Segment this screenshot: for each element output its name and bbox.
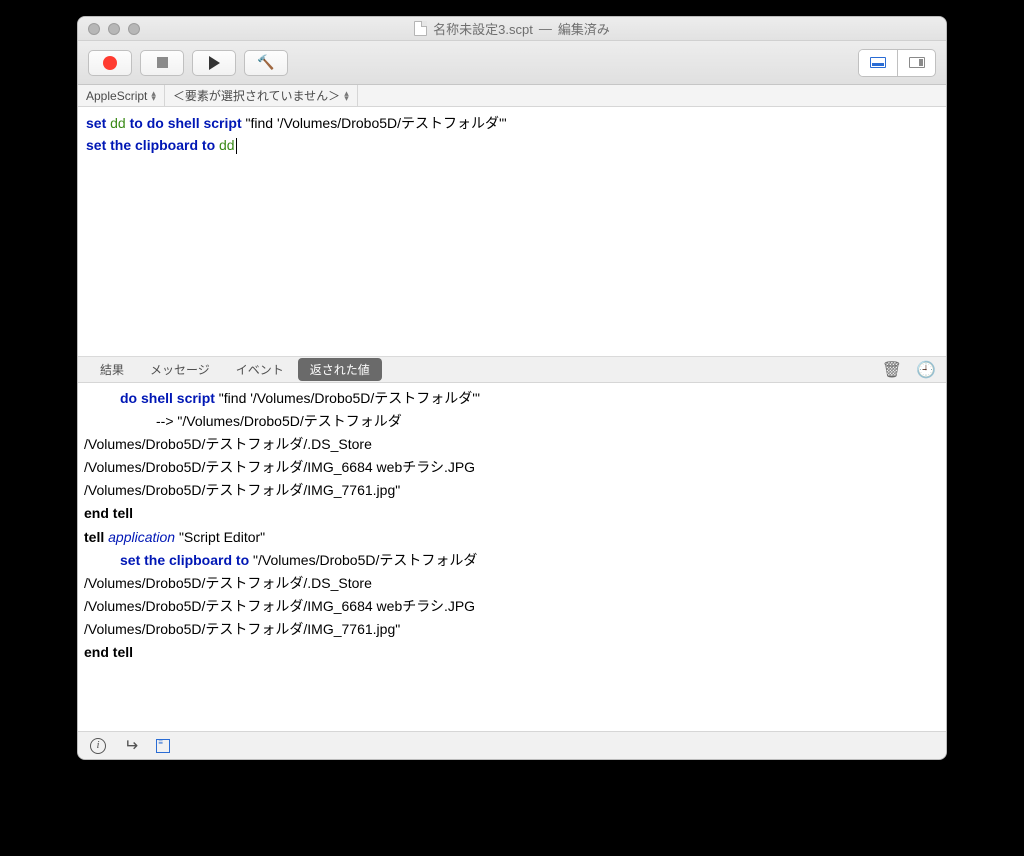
log-output[interactable]: do shell script "find '/Volumes/Drobo5D/…	[78, 383, 946, 731]
traffic-lights	[88, 23, 140, 35]
title-filename: 名称未設定3.scpt	[433, 19, 533, 38]
log-line: tell application "Script Editor"	[84, 526, 940, 549]
log-line: /Volumes/Drobo5D/テストフォルダ/IMG_6684 webチラシ…	[84, 595, 940, 618]
text-cursor	[236, 138, 237, 154]
navigator-bar: AppleScript ▴▾ ＜要素が選択されていません＞ ▴▾	[78, 85, 946, 107]
hammer-icon: 🔨	[257, 54, 274, 71]
titlebar: 名称未設定3.scpt — 編集済み	[78, 17, 946, 41]
window-title: 名称未設定3.scpt — 編集済み	[78, 19, 946, 38]
replies-toggle-button[interactable]: ↵	[124, 736, 138, 756]
keyword: to	[130, 115, 143, 131]
stop-button[interactable]	[140, 50, 184, 76]
description-toggle-button[interactable]: ≡	[156, 739, 170, 753]
code-editor[interactable]: set dd to do shell script "find '/Volume…	[78, 107, 946, 357]
command: do shell script	[147, 115, 242, 131]
zoom-icon[interactable]	[128, 23, 140, 35]
view-toggle	[858, 49, 936, 77]
log-tabs: 結果 メッセージ イベント 返された値 🗑 🕘	[78, 357, 946, 383]
log-line: /Volumes/Drobo5D/テストフォルダ/IMG_7761.jpg"	[84, 479, 940, 502]
log-command: set the clipboard to	[120, 552, 249, 568]
language-label: AppleScript	[86, 89, 147, 103]
element-hint: ＜要素が選択されていません＞	[173, 87, 340, 104]
compile-button[interactable]: 🔨	[244, 50, 288, 76]
keyword: set	[86, 115, 106, 131]
play-icon	[209, 56, 220, 70]
show-sidebar-button[interactable]	[897, 50, 935, 76]
log-line: do shell script "find '/Volumes/Drobo5D/…	[84, 387, 940, 410]
log-arg: "/Volumes/Drobo5D/テストフォルダ	[249, 552, 477, 568]
variable: dd	[219, 137, 235, 153]
code-line: set the clipboard to dd	[86, 135, 938, 157]
log-arg: "find '/Volumes/Drobo5D/テストフォルダ'"	[215, 390, 480, 406]
show-log-button[interactable]	[859, 50, 897, 76]
log-line: --> "/Volumes/Drobo5D/テストフォルダ	[84, 410, 940, 433]
log-class: application	[108, 529, 175, 545]
log-line: /Volumes/Drobo5D/テストフォルダ/IMG_6684 webチラシ…	[84, 456, 940, 479]
log-arrow: -->	[156, 413, 174, 429]
string-literal: "find '/Volumes/Drobo5D/テストフォルダ'"	[246, 115, 507, 131]
chevron-updown-icon: ▴▾	[344, 91, 349, 101]
minimize-icon[interactable]	[108, 23, 120, 35]
log-text: "/Volumes/Drobo5D/テストフォルダ	[174, 413, 402, 429]
title-status: 編集済み	[558, 19, 610, 38]
tab-result[interactable]: 結果	[88, 358, 136, 381]
accessibility-info-button[interactable]: i	[90, 738, 106, 754]
run-button[interactable]	[192, 50, 236, 76]
element-selector[interactable]: ＜要素が選択されていません＞ ▴▾	[165, 85, 358, 106]
close-icon[interactable]	[88, 23, 100, 35]
stop-icon	[157, 57, 168, 68]
trash-icon[interactable]: 🗑	[882, 360, 902, 380]
toolbar: 🔨	[78, 41, 946, 85]
record-button[interactable]	[88, 50, 132, 76]
log-line: /Volumes/Drobo5D/テストフォルダ/IMG_7761.jpg"	[84, 618, 940, 641]
log-arg: "Script Editor"	[175, 529, 265, 545]
variable: dd	[110, 115, 126, 131]
code-line: set dd to do shell script "find '/Volume…	[86, 113, 938, 135]
script-editor-window: 名称未設定3.scpt — 編集済み 🔨 AppleScript ▴▾ ＜要素が…	[77, 16, 947, 760]
clock-icon[interactable]: 🕘	[916, 360, 936, 380]
record-icon	[103, 56, 117, 70]
log-line: end tell	[84, 641, 940, 664]
language-selector[interactable]: AppleScript ▴▾	[78, 85, 165, 106]
tab-event[interactable]: イベント	[224, 358, 296, 381]
sidebar-icon	[909, 57, 925, 68]
log-pane-icon	[870, 57, 886, 68]
log-line: /Volumes/Drobo5D/テストフォルダ/.DS_Store	[84, 572, 940, 595]
log-line: /Volumes/Drobo5D/テストフォルダ/.DS_Store	[84, 433, 940, 456]
log-command: do shell script	[120, 390, 215, 406]
log-line: end tell	[84, 502, 940, 525]
log-keyword: tell	[84, 529, 104, 545]
tab-message[interactable]: メッセージ	[138, 358, 222, 381]
tab-returned[interactable]: 返された値	[298, 358, 382, 381]
footer-bar: i ↵ ≡	[78, 731, 946, 759]
chevron-updown-icon: ▴▾	[151, 91, 156, 101]
log-line: set the clipboard to "/Volumes/Drobo5D/テ…	[84, 549, 940, 572]
document-icon	[414, 21, 427, 36]
title-sep: —	[539, 21, 552, 36]
command: set the clipboard to	[86, 137, 215, 153]
